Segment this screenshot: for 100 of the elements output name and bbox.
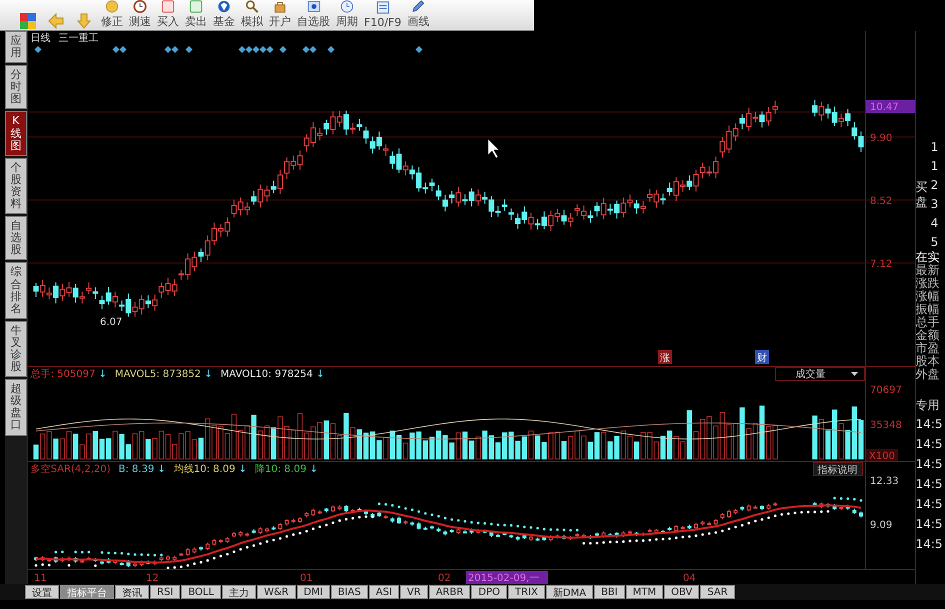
trade-time: 14:5	[916, 538, 944, 551]
indicator-tab[interactable]: BIAS	[330, 585, 368, 600]
indicator-legend: MAVOL5: 873852 ↓	[114, 368, 212, 380]
indicator-tab[interactable]: W&R	[256, 585, 296, 600]
pencil-icon	[410, 0, 426, 13]
quote-label: 股本	[916, 355, 941, 368]
side-tab[interactable]: K线图	[5, 111, 27, 156]
trade-time: 14:5	[916, 498, 944, 511]
indicator-tab[interactable]: DPO	[471, 585, 508, 600]
current-price-label: 10.47	[866, 100, 915, 113]
toolbar-button[interactable]: 测速	[126, 0, 154, 30]
trade-time: 14:5	[916, 458, 944, 471]
bid-level: 1	[930, 141, 938, 154]
indicator-legend: 总手: 505097 ↓	[30, 367, 107, 381]
event-badge: 财	[754, 350, 769, 364]
down-arrow-icon	[76, 13, 92, 29]
mouse-cursor-icon	[487, 138, 499, 158]
bid-level: 1	[930, 160, 938, 173]
side-tab[interactable]: 分时图	[5, 65, 27, 110]
quote-label: 涨幅	[916, 290, 941, 303]
toolbar-button[interactable]: 买入	[154, 0, 182, 30]
toolbar-button[interactable]: 画线	[404, 0, 432, 30]
event-badge: 涨	[658, 350, 672, 364]
stock-name: 三一重工	[58, 32, 99, 45]
indicator-tab[interactable]: OBV	[664, 585, 700, 600]
color-grid-icon	[20, 13, 36, 29]
price-axis-label: 8.52	[870, 196, 892, 207]
sell-icon	[188, 0, 204, 13]
price-axis-label: 9.90	[870, 133, 892, 144]
toolbar-button[interactable]: 周期	[333, 0, 361, 30]
indicator-tab[interactable]: BBI	[594, 585, 625, 600]
buy-icon	[160, 0, 176, 13]
indicator-legend: 降10: 8.09 ↓	[254, 462, 318, 476]
indicator-legend: MAVOL10: 978254 ↓	[220, 368, 324, 380]
date-axis-label: 02	[438, 573, 450, 584]
sar-axis-label: 9.09	[870, 520, 892, 531]
date-axis-label: 11	[34, 573, 46, 584]
indicator-tab[interactable]: ASI	[368, 585, 400, 600]
side-tab[interactable]: 应用	[5, 31, 27, 64]
indicator-dropdown[interactable]: 成交量	[774, 367, 865, 381]
sar-axis-label: 12.33	[870, 476, 898, 487]
toolbar-button[interactable]: 修正	[98, 0, 126, 30]
indicator-tab[interactable]: VR	[400, 585, 428, 600]
clock-icon	[339, 0, 355, 13]
quote-label: 外盘	[916, 368, 941, 381]
side-tab[interactable]: 超级盘口	[5, 379, 27, 436]
price-axis-label: 7.12	[870, 259, 892, 270]
quote-label: 总手	[916, 316, 941, 329]
indicator-tab[interactable]: SAR	[700, 585, 735, 600]
magnifier-icon	[244, 0, 260, 13]
trade-time: 14:5	[916, 418, 944, 431]
bid-label: 买盘	[916, 180, 928, 210]
back-arrow-icon	[48, 13, 64, 29]
quote-label: 振幅	[916, 303, 941, 316]
indicator-tab[interactable]: TRIX	[508, 585, 545, 600]
indicator-legend: 多空SAR(4,2,20)	[30, 462, 111, 476]
side-tab[interactable]: 自选股	[5, 216, 27, 260]
quote-label: 涨跌	[916, 277, 941, 290]
volume-axis-label: 35348	[870, 420, 902, 431]
date-axis-label: 12	[146, 573, 158, 584]
toolbar-button[interactable]: 模拟	[238, 0, 266, 30]
cursor-date-label: 2015-02-09,一	[466, 571, 548, 584]
indicator-tab[interactable]: DMI	[296, 585, 330, 600]
bid-level: 4	[930, 217, 938, 230]
date-axis-label: 01	[300, 573, 312, 584]
document-icon	[374, 0, 391, 15]
indicator-tab[interactable]: RSI	[150, 585, 180, 600]
indicator-tab[interactable]: ARBR	[428, 585, 470, 600]
bid-level: 3	[930, 198, 938, 211]
toolbar-button[interactable]: F10/F9	[361, 0, 404, 30]
side-tab[interactable]: 综合排名	[5, 262, 27, 319]
bid-level: 5	[930, 236, 938, 249]
toolbar-button[interactable]: 开户	[266, 0, 294, 30]
indicator-tab[interactable]: BOLL	[181, 585, 221, 600]
toolbar-button[interactable]: 卖出	[182, 0, 210, 30]
unit-label: X100	[866, 449, 898, 461]
quote-label: 金额	[916, 329, 941, 342]
indicator-tab[interactable]: 主力	[222, 585, 256, 600]
indicator-tab[interactable]: 资讯	[115, 585, 149, 600]
circle-icon	[104, 0, 120, 13]
clock-icon	[132, 0, 148, 13]
indicator-legend: 均线10: 8.09 ↓	[174, 462, 247, 476]
indicator-tab[interactable]: MTM	[626, 585, 664, 600]
toolbar-button[interactable]: 基金	[210, 0, 238, 30]
date-axis-label: 04	[682, 573, 696, 584]
section-title: 专用	[916, 399, 941, 412]
bid-level: 2	[930, 179, 938, 192]
section-title: 在实	[916, 251, 941, 264]
side-tab[interactable]: 个股资料	[5, 158, 27, 214]
indicator-help-button[interactable]: 指标说明	[812, 462, 863, 476]
trade-time: 14:5	[916, 518, 944, 531]
indicator-tab[interactable]: 设置	[25, 585, 59, 600]
trade-time: 14:5	[916, 438, 944, 451]
indicator-tab[interactable]: 新DMA	[546, 585, 594, 600]
toolbar-button[interactable]: 自选股	[294, 0, 333, 30]
quote-label: 最新	[916, 264, 941, 277]
caret-icon	[850, 372, 858, 376]
low-price-label: 6.07	[100, 317, 122, 328]
quote-label: 市盈	[916, 342, 941, 355]
side-tab[interactable]: 牛叉诊股	[5, 320, 27, 378]
